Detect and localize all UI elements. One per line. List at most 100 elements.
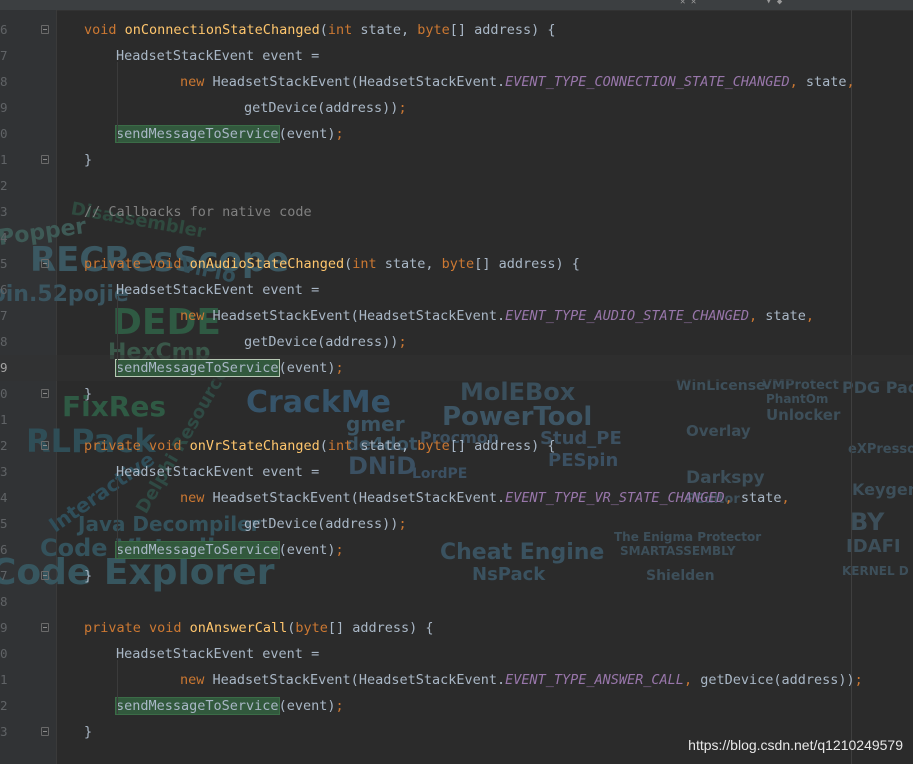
code-line[interactable]: 7}	[0, 563, 913, 589]
line-number: 8	[0, 594, 8, 609]
line-number: 9	[0, 100, 8, 115]
code-line[interactable]: 0 HeadsetStackEvent event =	[0, 641, 913, 667]
fold-toggle-icon[interactable]	[41, 623, 49, 632]
code-token: ,	[805, 308, 815, 324]
code-token: onVrStateChanged	[189, 438, 320, 454]
code-line[interactable]: 9 private void onAnswerCall(byte[] addres…	[0, 615, 913, 641]
line-number: 6	[0, 542, 8, 557]
code-line[interactable]: 9 sendMessageToService(event);	[0, 355, 913, 381]
code-line[interactable]: 2 sendMessageToService(event);	[0, 693, 913, 719]
fold-toggle-icon[interactable]	[41, 389, 49, 398]
code-token: ;	[398, 100, 407, 116]
code-text: getDevice(address));	[244, 511, 407, 537]
code-line[interactable]: 1	[0, 407, 913, 433]
code-token: int	[352, 256, 385, 272]
line-number: 3	[0, 204, 8, 219]
code-token: HeadsetStackEvent(HeadsetStackEvent.	[212, 672, 506, 688]
code-token: ,	[724, 490, 741, 506]
fold-toggle-icon[interactable]	[41, 727, 49, 736]
code-text: getDevice(address));	[244, 329, 407, 355]
source-watermark: https://blog.csdn.net/q1210249579	[688, 737, 903, 753]
code-token: (event)	[278, 698, 336, 714]
line-number: 1	[0, 412, 8, 427]
fold-toggle-icon[interactable]	[41, 571, 49, 580]
highlighted-usage: sendMessageToService	[115, 359, 280, 377]
code-token: ;	[854, 672, 863, 688]
code-token: EVENT_TYPE_ANSWER_CALL	[505, 672, 684, 688]
code-editor[interactable]: 6 void onConnectionStateChanged(int state…	[0, 10, 913, 764]
code-line[interactable]: 8 getDevice(address));	[0, 329, 913, 355]
code-text: }	[84, 147, 92, 173]
code-line[interactable]: 8 new HeadsetStackEvent(HeadsetStackEvent…	[0, 69, 913, 95]
code-token: new	[180, 672, 213, 688]
code-line[interactable]: 6 sendMessageToService(event);	[0, 537, 913, 563]
code-line[interactable]: 3 HeadsetStackEvent event =	[0, 459, 913, 485]
code-token: byte	[417, 438, 450, 454]
code-text: void onConnectionStateChanged(int state,…	[84, 17, 555, 43]
line-number: 6	[0, 22, 8, 37]
code-token: state	[740, 490, 782, 506]
code-token: new	[180, 74, 213, 90]
code-line[interactable]: 4 new HeadsetStackEvent(HeadsetStackEvent…	[0, 485, 913, 511]
code-line[interactable]: 2	[0, 173, 913, 199]
code-line[interactable]: 0 sendMessageToService(event);	[0, 121, 913, 147]
fold-toggle-icon[interactable]	[41, 25, 49, 34]
code-line[interactable]: 5 getDevice(address));	[0, 511, 913, 537]
code-token: (event)	[278, 126, 336, 142]
indent-guide	[117, 296, 118, 376]
line-number: 5	[0, 256, 8, 271]
code-line[interactable]: 1}	[0, 147, 913, 173]
code-line[interactable]: 5 private void onAudioStateChanged(int st…	[0, 251, 913, 277]
line-number: 4	[0, 490, 8, 505]
indent-guide	[117, 478, 118, 558]
code-token: ;	[398, 334, 407, 350]
code-line[interactable]: 0}	[0, 381, 913, 407]
code-token: onAnswerCall	[189, 620, 288, 636]
line-number: 0	[0, 646, 8, 661]
line-number: 5	[0, 516, 8, 531]
code-line[interactable]: 7 HeadsetStackEvent event =	[0, 43, 913, 69]
code-text: HeadsetStackEvent event =	[116, 43, 319, 69]
code-token: HeadsetStackEvent(HeadsetStackEvent.	[212, 308, 506, 324]
code-token: HeadsetStackEvent event =	[116, 282, 320, 298]
code-token: ,	[846, 74, 855, 90]
code-line[interactable]: 3 // Callbacks for native code	[0, 199, 913, 225]
code-token: new	[180, 308, 213, 324]
code-text: getDevice(address));	[244, 95, 407, 121]
code-token: getDevice(address))	[244, 100, 399, 116]
code-token: ,	[748, 308, 766, 324]
code-token: [] address) {	[327, 620, 434, 636]
code-line[interactable]: 7 new HeadsetStackEvent(HeadsetStackEvent…	[0, 303, 913, 329]
code-line[interactable]: 2 private void onVrStateChanged(int state…	[0, 433, 913, 459]
code-token: EVENT_TYPE_CONNECTION_STATE_CHANGED	[505, 74, 790, 90]
code-token: private void	[84, 620, 190, 636]
code-text: }	[84, 719, 92, 745]
code-text: HeadsetStackEvent event =	[116, 641, 319, 667]
code-line[interactable]: 9 getDevice(address));	[0, 95, 913, 121]
toolbar-icon[interactable]: ✕ ✕	[680, 0, 696, 7]
code-token: }	[84, 386, 93, 402]
code-line[interactable]: 4	[0, 225, 913, 251]
code-token: ;	[335, 542, 344, 558]
code-token: ,	[781, 490, 790, 506]
code-token: (	[319, 22, 328, 38]
fold-toggle-icon[interactable]	[41, 155, 49, 164]
code-token: EVENT_TYPE_AUDIO_STATE_CHANGED	[505, 308, 749, 324]
code-token: private void	[84, 256, 190, 272]
code-token: HeadsetStackEvent(HeadsetStackEvent.	[212, 490, 506, 506]
code-token: [] address) {	[449, 22, 556, 38]
code-line[interactable]: 6 HeadsetStackEvent event =	[0, 277, 913, 303]
highlighted-usage: sendMessageToService	[115, 125, 280, 143]
fold-toggle-icon[interactable]	[41, 259, 49, 268]
code-text: new HeadsetStackEvent(HeadsetStackEvent.…	[180, 303, 814, 329]
code-token: // Callbacks for native code	[84, 204, 312, 220]
code-token: }	[84, 152, 93, 168]
fold-toggle-icon[interactable]	[41, 441, 49, 450]
toolbar-icon[interactable]: ▾ ◆	[766, 0, 782, 7]
code-line[interactable]: 6 void onConnectionStateChanged(int state…	[0, 17, 913, 43]
code-token: state,	[360, 22, 418, 38]
code-line[interactable]: 1 new HeadsetStackEvent(HeadsetStackEvent…	[0, 667, 913, 693]
line-number: 9	[0, 360, 8, 375]
code-line[interactable]: 8	[0, 589, 913, 615]
code-token: }	[84, 724, 93, 740]
